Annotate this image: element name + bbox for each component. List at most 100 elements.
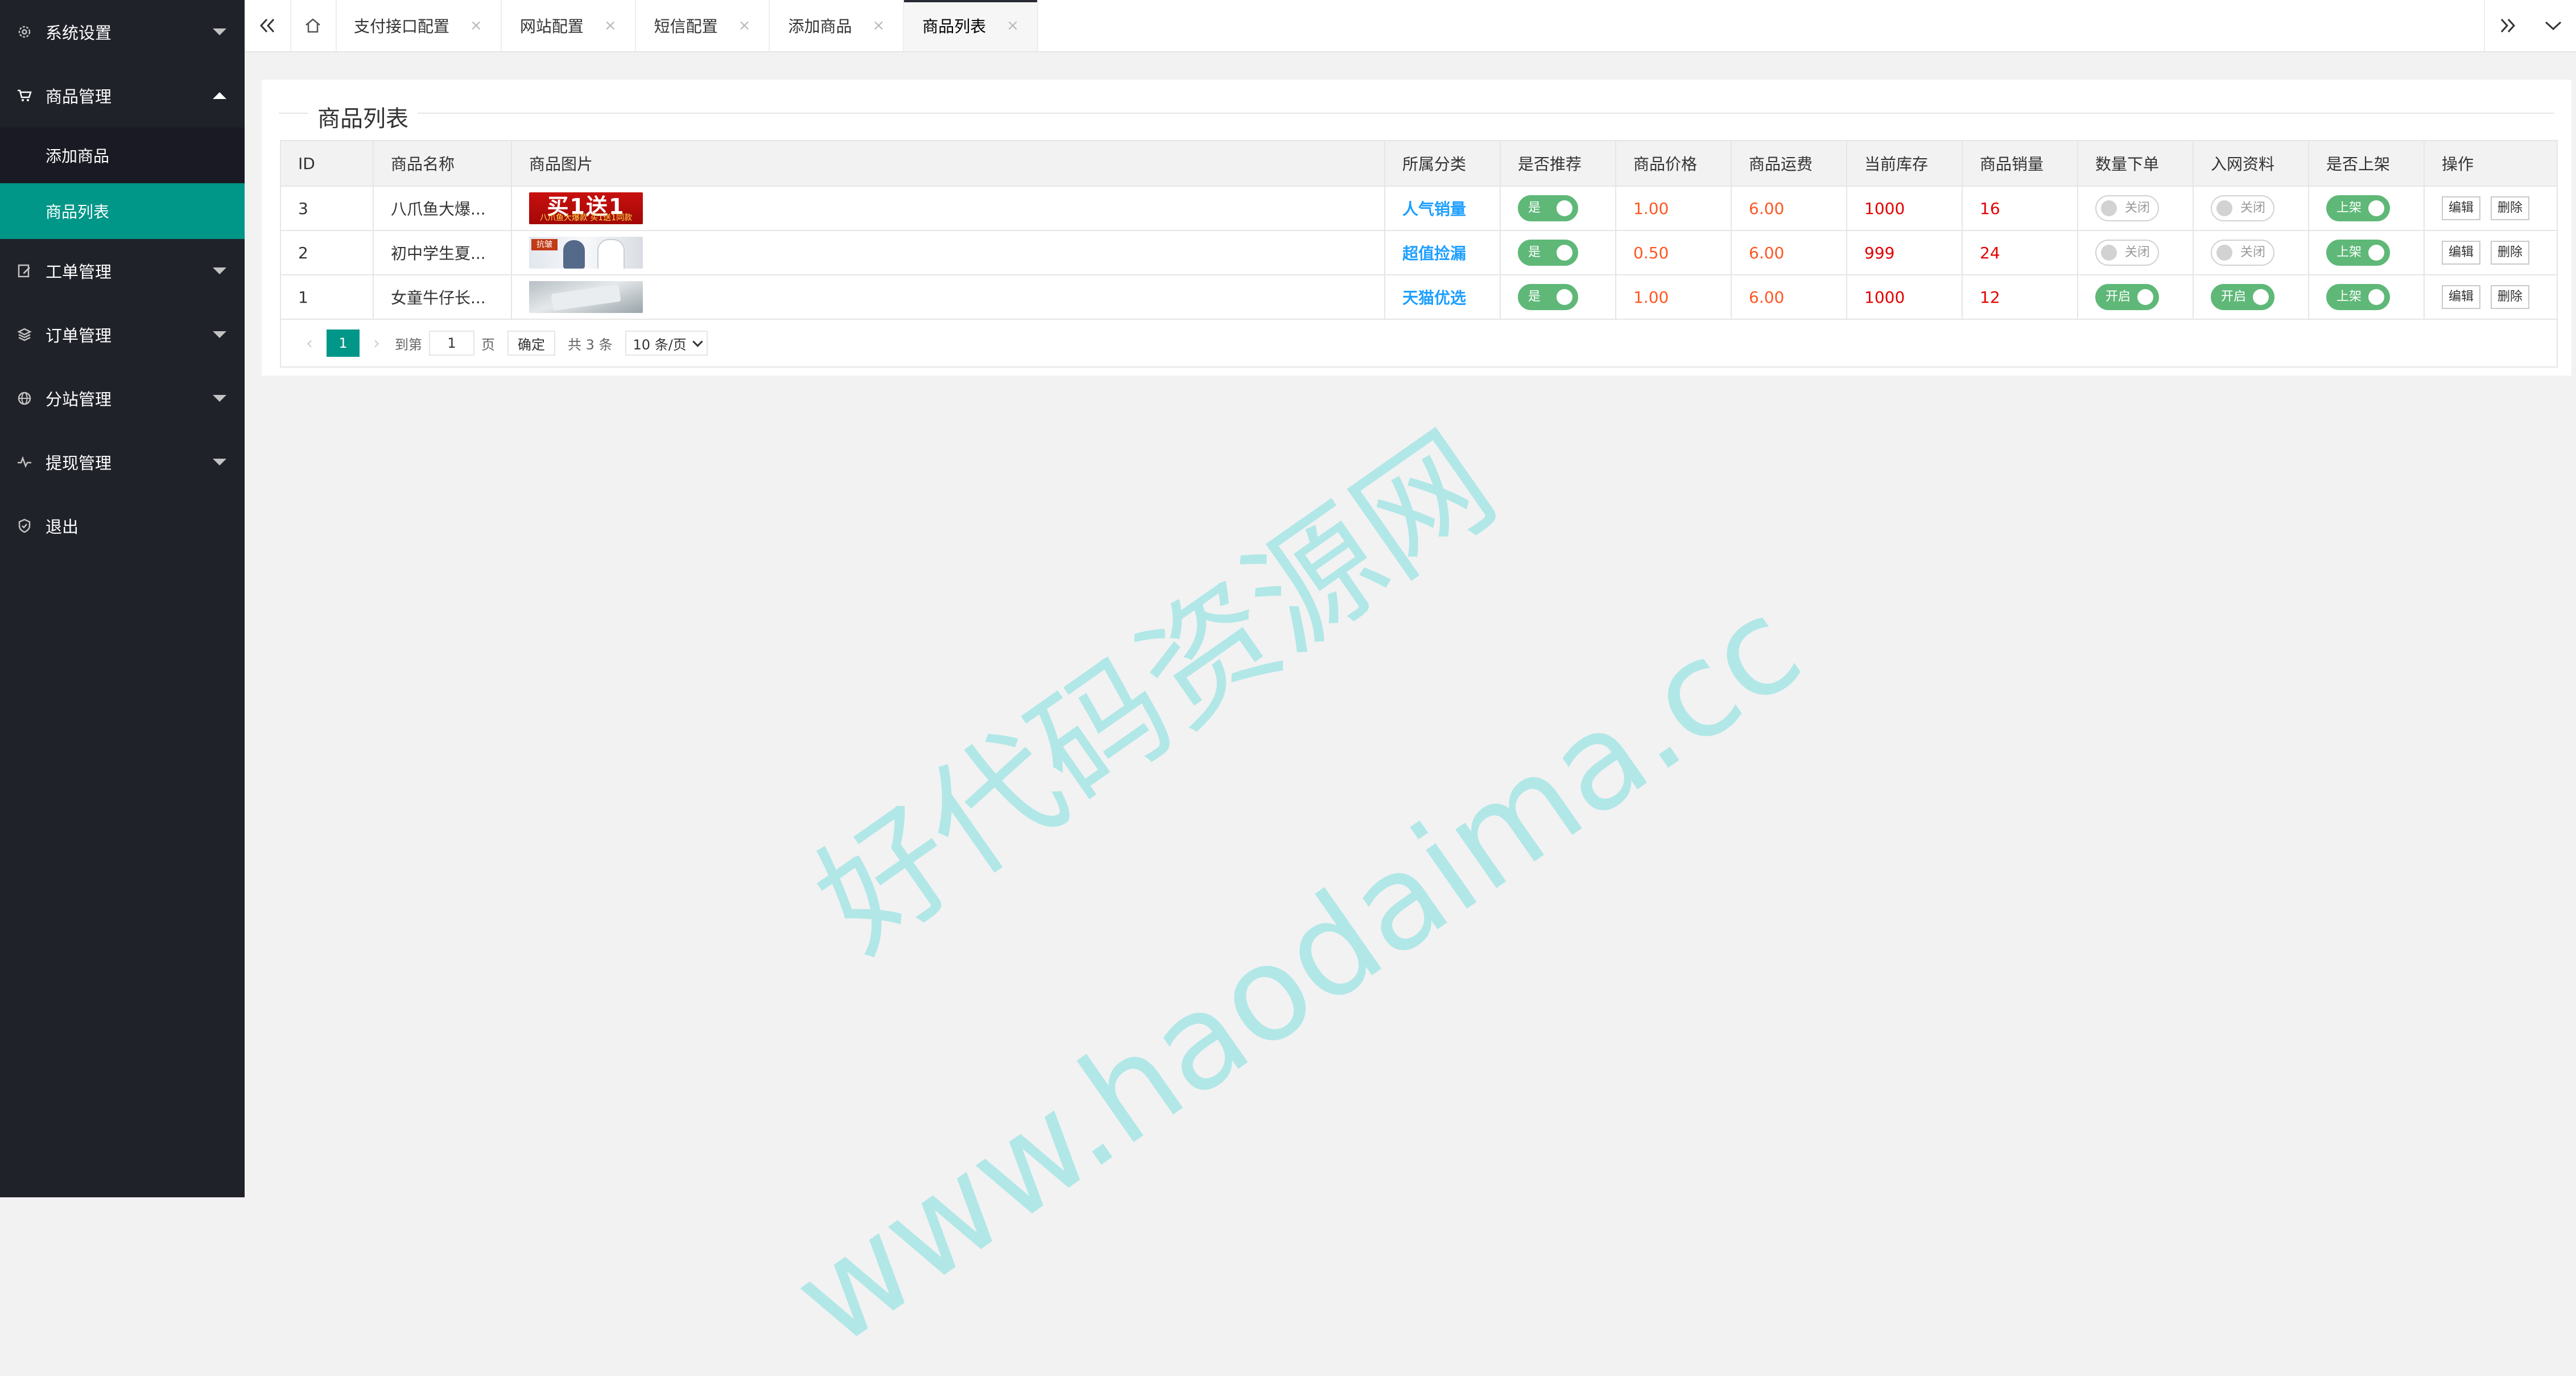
shelf-switch[interactable]: 上架 — [2326, 240, 2390, 266]
close-icon[interactable]: × — [1006, 17, 1019, 34]
net-info-switch[interactable]: 关闭 — [2211, 240, 2274, 266]
recommend-switch[interactable]: 是 — [1518, 284, 1578, 310]
cell-category: 超值捡漏 — [1385, 230, 1501, 275]
sidebar-item-withdraw-management[interactable]: 提现管理 — [0, 430, 245, 494]
recommend-switch[interactable]: 是 — [1518, 195, 1578, 221]
switch-knob — [2137, 289, 2153, 305]
cell-net-info: 关闭 — [2193, 186, 2309, 231]
category-link[interactable]: 天猫优选 — [1402, 289, 1466, 307]
column-header-qty-order[interactable]: 数量下单 — [2078, 141, 2194, 187]
edit-button[interactable]: 编辑 — [2442, 196, 2481, 220]
shelf-switch[interactable]: 上架 — [2326, 195, 2390, 221]
switch-text: 关闭 — [2124, 201, 2150, 215]
sidebar-item-system-settings[interactable]: 系统设置 — [0, 0, 245, 64]
delete-button[interactable]: 删除 — [2491, 285, 2530, 309]
close-icon[interactable]: × — [604, 17, 617, 34]
switch-text: 关闭 — [2240, 201, 2265, 215]
tabs-scroll-left-button[interactable] — [245, 0, 291, 51]
total-count: 共 3 条 — [568, 336, 613, 353]
tab-site-config[interactable]: 网站配置 × — [502, 0, 636, 51]
column-header-id[interactable]: ID — [281, 141, 374, 187]
table-row: 1 女童牛仔长... 天猫优选 是 1.00 6.00 1000 12 开启 开… — [281, 275, 2557, 320]
product-thumbnail[interactable]: 买1送1 八爪鱼大爆款 买1送1同款 — [529, 192, 643, 224]
tab-sms-config[interactable]: 短信配置 × — [636, 0, 770, 51]
cell-stock: 1000 — [1847, 186, 1963, 231]
column-header-stock[interactable]: 当前库存 — [1847, 141, 1963, 187]
column-header-net-info[interactable]: 入网资料 — [2193, 141, 2309, 187]
cell-id: 3 — [281, 186, 374, 231]
tab-home[interactable] — [290, 0, 337, 51]
recommend-switch[interactable]: 是 — [1518, 240, 1578, 266]
switch-text: 关闭 — [2124, 245, 2150, 259]
switch-text: 开启 — [2221, 290, 2247, 304]
current-page-button[interactable]: 1 — [327, 329, 360, 357]
gear-icon — [16, 23, 33, 40]
product-thumbnail[interactable]: 抗皱 — [529, 237, 643, 269]
column-header-sales[interactable]: 商品销量 — [1962, 141, 2078, 187]
sidebar-item-substation-management[interactable]: 分站管理 — [0, 366, 245, 430]
sidebar-item-order-management[interactable]: 订单管理 — [0, 303, 245, 366]
column-header-price[interactable]: 商品价格 — [1616, 141, 1732, 187]
sidebar-item-label: 分站管理 — [46, 390, 112, 409]
tab-payment-config[interactable]: 支付接口配置 × — [336, 0, 502, 51]
tab-product-list[interactable]: 商品列表 × — [904, 0, 1039, 51]
chevron-down-icon — [2545, 21, 2562, 31]
switch-text: 是 — [1528, 201, 1541, 215]
prev-page-button[interactable]: ‹ — [298, 329, 321, 357]
column-header-shelf[interactable]: 是否上架 — [2309, 141, 2425, 187]
delete-button[interactable]: 删除 — [2491, 196, 2530, 220]
chevron-down-icon — [213, 267, 226, 274]
sidebar-item-label: 提现管理 — [46, 454, 112, 473]
per-page-select[interactable]: 10 条/页 — [625, 331, 708, 356]
sidebar-item-label: 系统设置 — [46, 23, 112, 43]
tabs-menu-button[interactable] — [2530, 0, 2576, 51]
divider — [279, 113, 2554, 114]
switch-text: 上架 — [2336, 245, 2362, 259]
qty-order-switch[interactable]: 关闭 — [2095, 240, 2159, 266]
next-page-button[interactable]: › — [365, 329, 388, 357]
column-header-name[interactable]: 商品名称 — [373, 141, 512, 187]
qty-order-switch[interactable]: 关闭 — [2095, 195, 2159, 221]
net-info-switch[interactable]: 开启 — [2211, 284, 2274, 310]
page-label: 页 — [481, 336, 495, 353]
submenu-item-product-list[interactable]: 商品列表 — [0, 183, 245, 239]
product-thumbnail[interactable] — [529, 281, 643, 313]
submenu-item-add-product[interactable]: 添加商品 — [0, 127, 245, 183]
cell-net-info: 关闭 — [2193, 230, 2309, 275]
cell-actions: 编辑 删除 — [2424, 275, 2557, 320]
tab-add-product[interactable]: 添加商品 × — [770, 0, 905, 51]
column-header-recommend[interactable]: 是否推荐 — [1500, 141, 1616, 187]
column-header-shipping[interactable]: 商品运费 — [1731, 141, 1847, 187]
sidebar-item-logout[interactable]: 退出 — [0, 494, 245, 558]
close-icon[interactable]: × — [872, 17, 885, 34]
switch-knob — [1557, 245, 1572, 261]
category-link[interactable]: 超值捡漏 — [1402, 244, 1466, 263]
qty-order-switch[interactable]: 开启 — [2095, 284, 2159, 310]
cell-stock: 999 — [1847, 230, 1963, 275]
category-link[interactable]: 人气销量 — [1402, 200, 1466, 219]
close-icon[interactable]: × — [738, 17, 751, 34]
cell-image: 买1送1 八爪鱼大爆款 买1送1同款 — [511, 186, 1385, 231]
switch-text: 是 — [1528, 290, 1541, 304]
delete-button[interactable]: 删除 — [2491, 241, 2530, 265]
close-icon[interactable]: × — [470, 17, 482, 34]
net-info-switch[interactable]: 关闭 — [2211, 195, 2274, 221]
tabs-scroll-right-button[interactable] — [2484, 0, 2530, 51]
goto-page-input[interactable]: 1 — [429, 331, 474, 356]
tab-label: 支付接口配置 — [354, 17, 450, 36]
cart-icon — [16, 87, 33, 104]
column-header-actions[interactable]: 操作 — [2424, 141, 2557, 187]
table-row: 2 初中学生夏... 抗皱 超值捡漏 是 0.50 6.00 999 24 关闭… — [281, 230, 2557, 275]
chevron-down-icon — [213, 395, 226, 402]
edit-button[interactable]: 编辑 — [2442, 285, 2481, 309]
shelf-switch[interactable]: 上架 — [2326, 284, 2390, 310]
sidebar-item-ticket-management[interactable]: 工单管理 — [0, 239, 245, 303]
confirm-button[interactable]: 确定 — [507, 331, 555, 356]
cell-qty-order: 开启 — [2078, 275, 2194, 320]
column-header-category[interactable]: 所属分类 — [1385, 141, 1501, 187]
edit-button[interactable]: 编辑 — [2442, 241, 2481, 265]
sidebar-item-label: 退出 — [46, 517, 79, 537]
thumbnail-figure — [563, 240, 585, 269]
sidebar-item-product-management[interactable]: 商品管理 — [0, 64, 245, 127]
column-header-image[interactable]: 商品图片 — [511, 141, 1385, 187]
